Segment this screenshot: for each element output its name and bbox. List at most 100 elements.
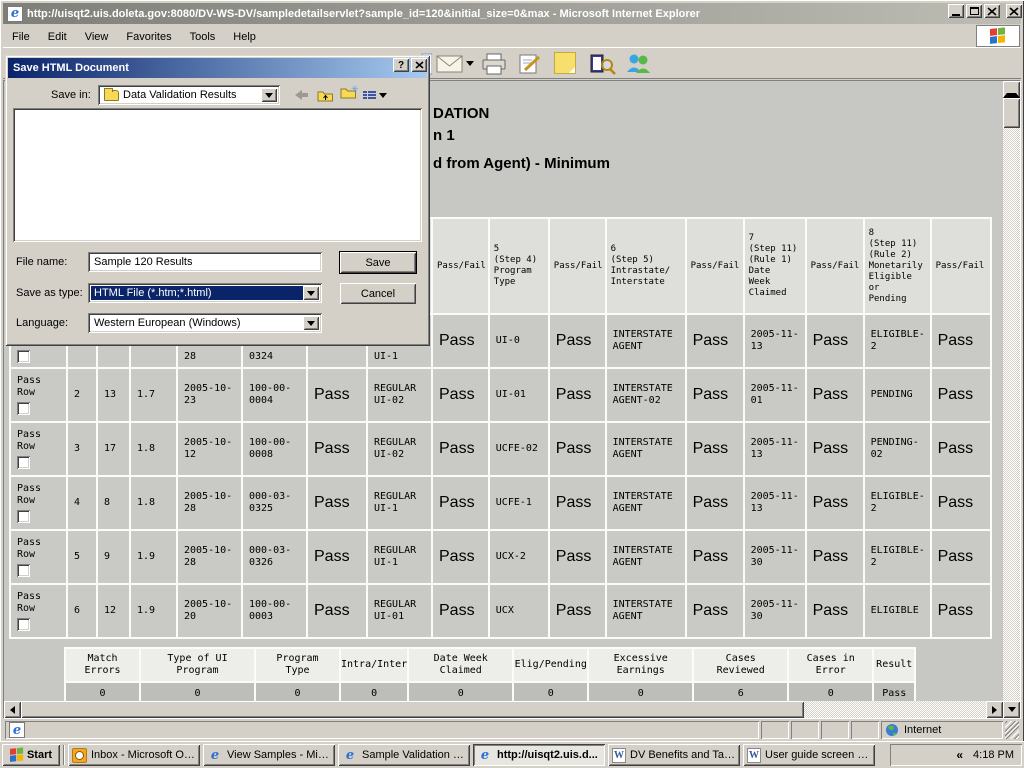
- taskbar-button[interactable]: e Sample Validation - M...: [338, 744, 470, 766]
- menu-item-favorites[interactable]: Favorites: [117, 28, 180, 46]
- ie-icon: e: [210, 747, 220, 763]
- minimize-button[interactable]: [948, 4, 964, 18]
- column-header: Pass/Fail: [547, 217, 607, 315]
- resize-grip[interactable]: [1005, 721, 1019, 739]
- windows-flag-icon: [9, 747, 24, 762]
- dialog-close-button[interactable]: [411, 58, 427, 72]
- back-icon[interactable]: [291, 86, 311, 104]
- dialog-title: Save HTML Document: [13, 62, 129, 74]
- table-cell: Pass: [804, 583, 865, 639]
- menu-item-help[interactable]: Help: [224, 28, 265, 46]
- scroll-right-button[interactable]: [986, 701, 1003, 718]
- table-cell: Pass: [547, 475, 607, 531]
- messenger-icon[interactable]: [625, 52, 653, 74]
- taskbar-divider: [63, 745, 65, 765]
- pass-row-label: Pass Row: [17, 429, 42, 452]
- menu-item-edit[interactable]: Edit: [39, 28, 76, 46]
- vertical-scrollbar[interactable]: [1003, 81, 1020, 718]
- table-cell: ELIGIBLE- 2: [862, 529, 932, 585]
- pass-row-checkbox[interactable]: [17, 350, 30, 363]
- pass-row-checkbox[interactable]: [17, 402, 30, 415]
- page-heading-fragment: d from Agent) - Minimum: [433, 155, 610, 172]
- table-cell: Pass: [547, 529, 607, 585]
- summary-header: Cases Reviewed: [692, 647, 790, 683]
- language-dropdown-button[interactable]: [303, 316, 319, 330]
- save-in-label: Save in:: [51, 89, 91, 101]
- summary-value: 6: [692, 681, 790, 701]
- menu-item-file[interactable]: File: [3, 28, 39, 46]
- save-as-type-combobox[interactable]: HTML File (*.htm;*.html): [88, 283, 322, 303]
- mail-icon[interactable]: [436, 52, 474, 74]
- table-cell: PENDING: [862, 367, 932, 423]
- close-secondary-button[interactable]: [1006, 4, 1022, 18]
- table-cell: 4: [66, 475, 98, 531]
- tray-chevron-button[interactable]: «: [956, 748, 963, 762]
- system-tray: « 4:18 PM: [890, 744, 1022, 766]
- file-name-input[interactable]: Sample 120 Results: [88, 252, 322, 272]
- taskbar-button[interactable]: W DV Benefits and Tax ...: [608, 744, 740, 766]
- language-combobox[interactable]: Western European (Windows): [88, 313, 322, 333]
- table-cell: 2005-11- 30: [742, 583, 807, 639]
- print-icon[interactable]: [481, 52, 507, 76]
- taskbar-button[interactable]: e http://uisqt2.uis.d...: [473, 744, 605, 766]
- save-as-type-dropdown-button[interactable]: [303, 286, 319, 300]
- scroll-up-button[interactable]: [1003, 81, 1020, 98]
- start-button[interactable]: Start: [2, 744, 60, 766]
- table-cell: Pass: [431, 421, 490, 477]
- window-titlebar[interactable]: e http://uisqt2.uis.doleta.gov:8080/DV-W…: [3, 3, 1021, 24]
- pass-row-cell: Pass Row: [9, 529, 68, 585]
- table-cell: 12: [96, 583, 131, 639]
- table-cell: 2005-10- 28: [176, 529, 243, 585]
- vertical-scroll-thumb[interactable]: [1003, 98, 1020, 128]
- table-cell: Pass: [306, 367, 368, 423]
- table-cell: UCFE-02: [487, 421, 550, 477]
- table-cell: Pass: [929, 421, 992, 477]
- cancel-button[interactable]: Cancel: [340, 283, 416, 304]
- taskbar-button[interactable]: Inbox - Microsoft Ou...: [68, 744, 200, 766]
- close-button[interactable]: [984, 4, 1000, 18]
- save-in-dropdown-button[interactable]: [261, 88, 277, 102]
- pass-row-checkbox[interactable]: [17, 510, 30, 523]
- maximize-button[interactable]: [966, 4, 982, 18]
- summary-header: Intra/Inter: [338, 647, 410, 683]
- view-menu-icon[interactable]: [361, 86, 389, 104]
- research-icon[interactable]: [589, 52, 617, 76]
- table-cell: 13: [96, 367, 131, 423]
- scroll-left-button[interactable]: [4, 701, 21, 718]
- taskbar-button[interactable]: e View Samples - Micro...: [203, 744, 335, 766]
- window-title: http://uisqt2.uis.doleta.gov:8080/DV-WS-…: [27, 7, 701, 20]
- table-cell: Pass: [929, 367, 992, 423]
- menu-item-view[interactable]: View: [76, 28, 118, 46]
- save-button[interactable]: Save: [339, 251, 417, 274]
- page-heading-fragment: n 1: [433, 127, 455, 144]
- new-folder-icon[interactable]: ✳: [338, 84, 359, 104]
- table-cell: INTERSTATE AGENT: [604, 529, 687, 585]
- summary-header: Excessive Earnings: [587, 647, 695, 683]
- status-pane: [821, 721, 849, 739]
- menu-item-tools[interactable]: Tools: [181, 28, 225, 46]
- edit-icon[interactable]: [517, 52, 543, 76]
- discuss-note-icon[interactable]: [554, 52, 576, 74]
- dialog-help-button[interactable]: ?: [393, 58, 409, 72]
- pass-row-checkbox[interactable]: [17, 618, 30, 631]
- table-cell: 1.8: [129, 475, 178, 531]
- table-cell: ELIGIBLE- 2: [862, 313, 932, 369]
- windows-logo: [976, 25, 1020, 47]
- table-cell: 100-00- 0004: [241, 367, 308, 423]
- taskbar-button[interactable]: W User guide screen sh...: [743, 744, 875, 766]
- horizontal-scrollbar[interactable]: [4, 701, 1003, 718]
- save-as-type-value: HTML File (*.htm;*.html): [91, 286, 303, 300]
- table-cell: Pass: [929, 529, 992, 585]
- word-icon: W: [747, 747, 761, 763]
- scroll-down-button[interactable]: [1003, 701, 1020, 718]
- save-in-combobox[interactable]: Data Validation Results: [98, 85, 280, 105]
- table-cell: Pass: [431, 475, 490, 531]
- column-header: Pass/Fail: [804, 217, 865, 315]
- up-one-level-icon[interactable]: [315, 86, 335, 104]
- pass-row-checkbox[interactable]: [17, 564, 30, 577]
- horizontal-scroll-thumb[interactable]: [21, 701, 804, 718]
- file-list[interactable]: [13, 108, 422, 242]
- ie-icon: e: [345, 747, 355, 763]
- pass-row-checkbox[interactable]: [17, 456, 30, 469]
- dialog-titlebar[interactable]: Save HTML Document: [8, 58, 427, 78]
